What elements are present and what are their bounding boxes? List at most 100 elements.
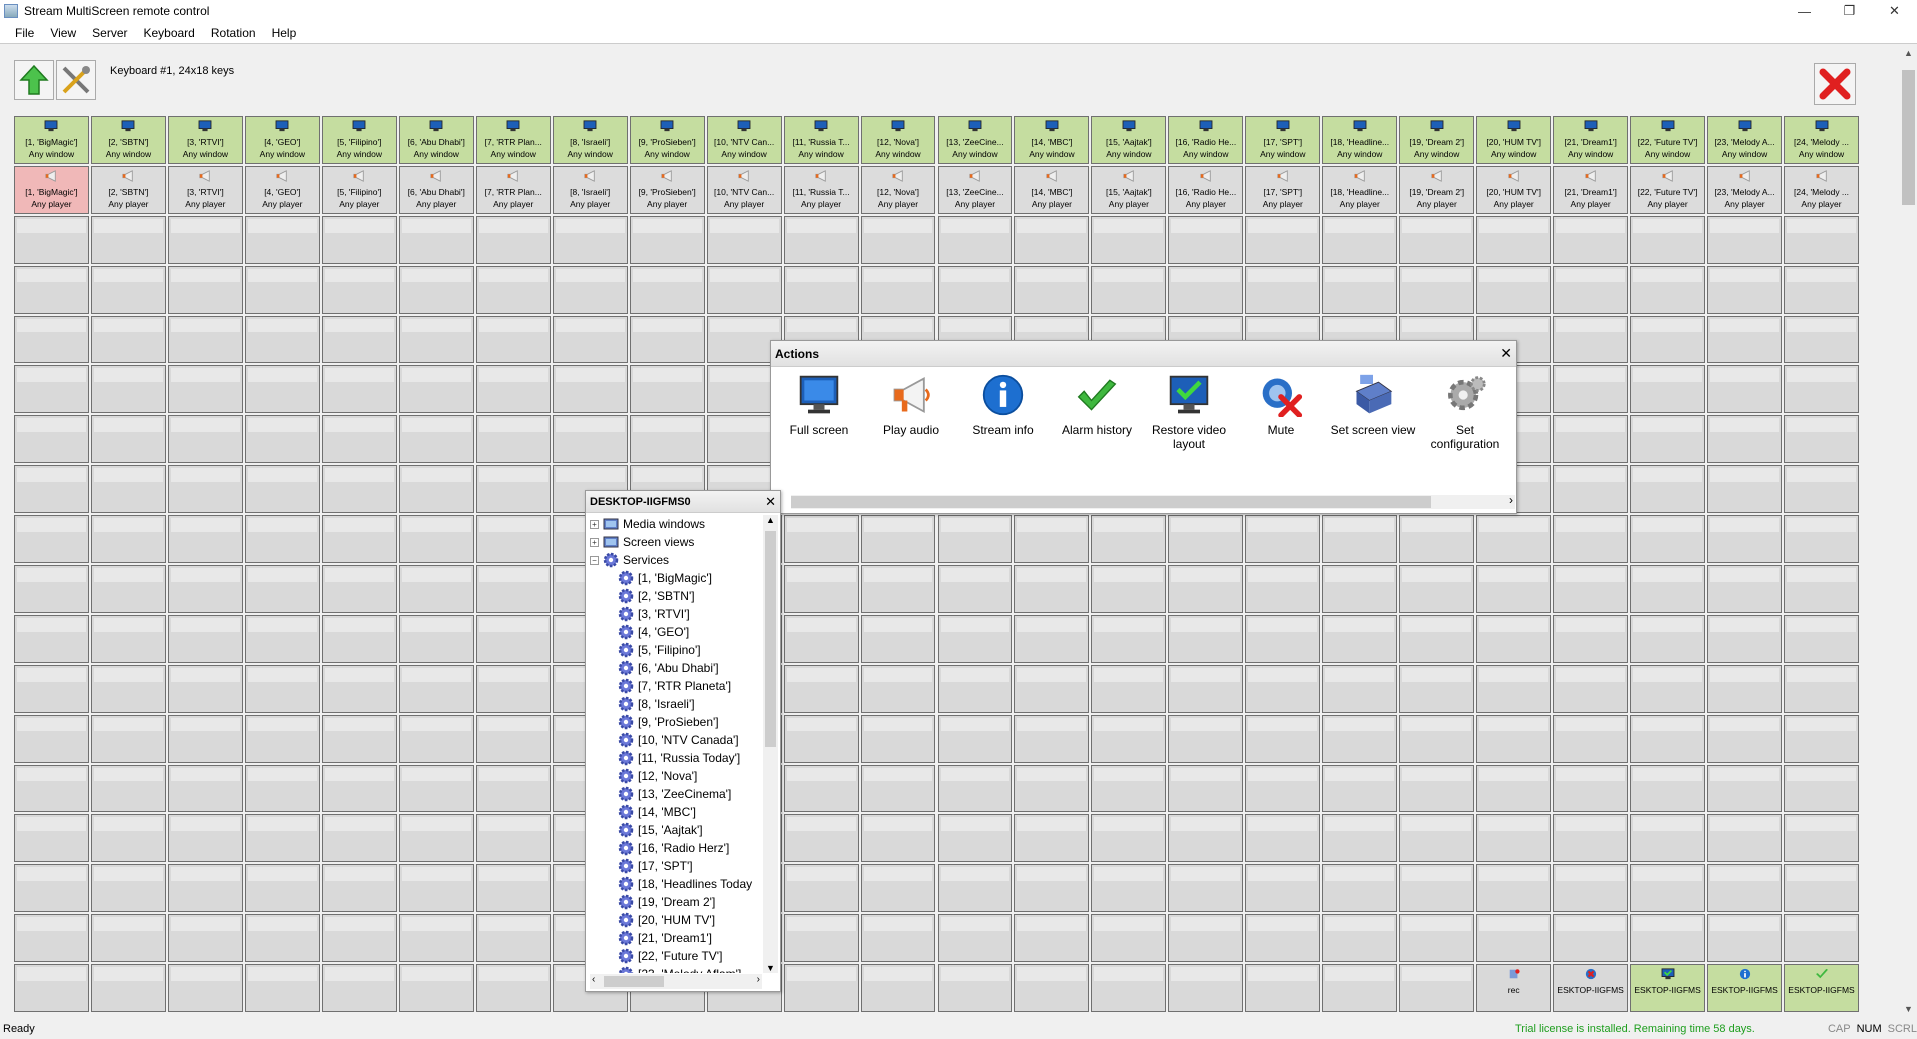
empty-key[interactable]	[937, 814, 1013, 863]
empty-key[interactable]	[1630, 814, 1706, 863]
empty-key[interactable]	[1399, 215, 1475, 264]
empty-key[interactable]	[167, 415, 243, 464]
player-key[interactable]: [14, 'MBC'] Any player	[1014, 165, 1090, 214]
service-item[interactable]: [22, 'Future TV']	[590, 947, 762, 965]
empty-key[interactable]	[321, 465, 397, 514]
empty-key[interactable]	[398, 714, 474, 763]
empty-key[interactable]	[14, 465, 89, 514]
action-restore-video-layout[interactable]: Restore video layout	[1145, 371, 1233, 451]
service-item[interactable]: [10, 'NTV Canada']	[590, 731, 762, 749]
empty-key[interactable]	[860, 265, 936, 314]
empty-key[interactable]	[321, 265, 397, 314]
empty-key[interactable]	[937, 565, 1013, 613]
empty-key[interactable]	[1476, 914, 1552, 963]
empty-key[interactable]	[1091, 565, 1167, 613]
empty-key[interactable]	[1707, 714, 1783, 763]
empty-key[interactable]	[860, 914, 936, 963]
player-key[interactable]: [12, 'Nova'] Any player	[860, 165, 936, 214]
window-key[interactable]: [22, 'Future TV'] Any window	[1630, 116, 1706, 164]
empty-key[interactable]	[937, 265, 1013, 314]
empty-key[interactable]	[1014, 515, 1090, 563]
empty-key[interactable]	[1707, 265, 1783, 314]
player-key[interactable]: [15, 'Aajtak'] Any player	[1091, 165, 1167, 214]
empty-key[interactable]	[1784, 764, 1859, 813]
player-key[interactable]: [1, 'BigMagic'] Any player	[14, 165, 89, 214]
empty-key[interactable]	[1553, 415, 1629, 464]
empty-key[interactable]	[1553, 315, 1629, 364]
menu-rotation[interactable]: Rotation	[203, 26, 264, 40]
empty-key[interactable]	[1091, 964, 1167, 1012]
empty-key[interactable]	[1014, 265, 1090, 314]
tree-node[interactable]: + Media windows	[590, 515, 762, 533]
empty-key[interactable]	[706, 215, 782, 264]
menu-view[interactable]: View	[42, 26, 84, 40]
empty-key[interactable]	[1091, 664, 1167, 713]
empty-key[interactable]	[398, 215, 474, 264]
empty-key[interactable]	[398, 664, 474, 713]
empty-key[interactable]	[398, 764, 474, 813]
empty-key[interactable]	[1476, 764, 1552, 813]
empty-key[interactable]	[1476, 814, 1552, 863]
empty-key[interactable]	[398, 814, 474, 863]
empty-key[interactable]	[90, 814, 166, 863]
empty-key[interactable]	[475, 415, 551, 464]
action-mute[interactable]: Mute	[1237, 371, 1325, 437]
window-key[interactable]: [23, 'Melody A... Any window	[1707, 116, 1783, 164]
empty-key[interactable]	[1168, 914, 1244, 963]
service-item[interactable]: [17, 'SPT']	[590, 857, 762, 875]
empty-key[interactable]	[14, 764, 89, 813]
service-item[interactable]: [12, 'Nova']	[590, 767, 762, 785]
service-item[interactable]: [11, 'Russia Today']	[590, 749, 762, 767]
window-key[interactable]: [9, 'ProSieben'] Any window	[629, 116, 705, 164]
empty-key[interactable]	[1553, 515, 1629, 563]
empty-key[interactable]	[475, 664, 551, 713]
empty-key[interactable]	[244, 465, 320, 514]
empty-key[interactable]	[167, 215, 243, 264]
empty-key[interactable]	[1553, 864, 1629, 913]
empty-key[interactable]	[1091, 614, 1167, 663]
scroll-down-arrow[interactable]: ▼	[1900, 1004, 1917, 1020]
empty-key[interactable]	[1630, 764, 1706, 813]
empty-key[interactable]	[1168, 664, 1244, 713]
empty-key[interactable]	[90, 565, 166, 613]
empty-key[interactable]	[1476, 614, 1552, 663]
window-key[interactable]: [24, 'Melody ... Any window	[1784, 116, 1859, 164]
empty-key[interactable]	[1553, 365, 1629, 414]
empty-key[interactable]	[475, 614, 551, 663]
empty-key[interactable]	[1399, 714, 1475, 763]
empty-key[interactable]	[1245, 614, 1321, 663]
empty-key[interactable]	[783, 614, 859, 663]
empty-key[interactable]	[783, 764, 859, 813]
empty-key[interactable]	[1476, 265, 1552, 314]
service-item[interactable]: [23, 'Melody Aflam']	[590, 965, 762, 973]
empty-key[interactable]	[244, 864, 320, 913]
empty-key[interactable]	[167, 964, 243, 1012]
player-key[interactable]: [22, 'Future TV'] Any player	[1630, 165, 1706, 214]
window-key[interactable]: [14, 'MBC'] Any window	[1014, 116, 1090, 164]
service-item[interactable]: [20, 'HUM TV']	[590, 911, 762, 929]
player-key[interactable]: [13, 'ZeeCine... Any player	[937, 165, 1013, 214]
window-key[interactable]: [15, 'Aajtak'] Any window	[1091, 116, 1167, 164]
empty-key[interactable]	[1322, 914, 1398, 963]
empty-key[interactable]	[860, 714, 936, 763]
empty-key[interactable]	[860, 864, 936, 913]
empty-key[interactable]	[1014, 664, 1090, 713]
empty-key[interactable]	[860, 764, 936, 813]
player-key[interactable]: [19, 'Dream 2'] Any player	[1399, 165, 1475, 214]
empty-key[interactable]	[1707, 215, 1783, 264]
empty-key[interactable]	[1630, 365, 1706, 414]
empty-key[interactable]	[244, 664, 320, 713]
empty-key[interactable]	[167, 315, 243, 364]
service-item[interactable]: [18, 'Headlines Today	[590, 875, 762, 893]
empty-key[interactable]	[321, 415, 397, 464]
empty-key[interactable]	[937, 614, 1013, 663]
empty-key[interactable]	[244, 515, 320, 563]
empty-key[interactable]	[1168, 565, 1244, 613]
empty-key[interactable]	[783, 265, 859, 314]
empty-key[interactable]	[1553, 465, 1629, 514]
empty-key[interactable]	[1553, 914, 1629, 963]
window-key[interactable]: [8, 'Israeli'] Any window	[552, 116, 628, 164]
empty-key[interactable]	[937, 764, 1013, 813]
empty-key[interactable]	[398, 515, 474, 563]
empty-key[interactable]	[860, 565, 936, 613]
